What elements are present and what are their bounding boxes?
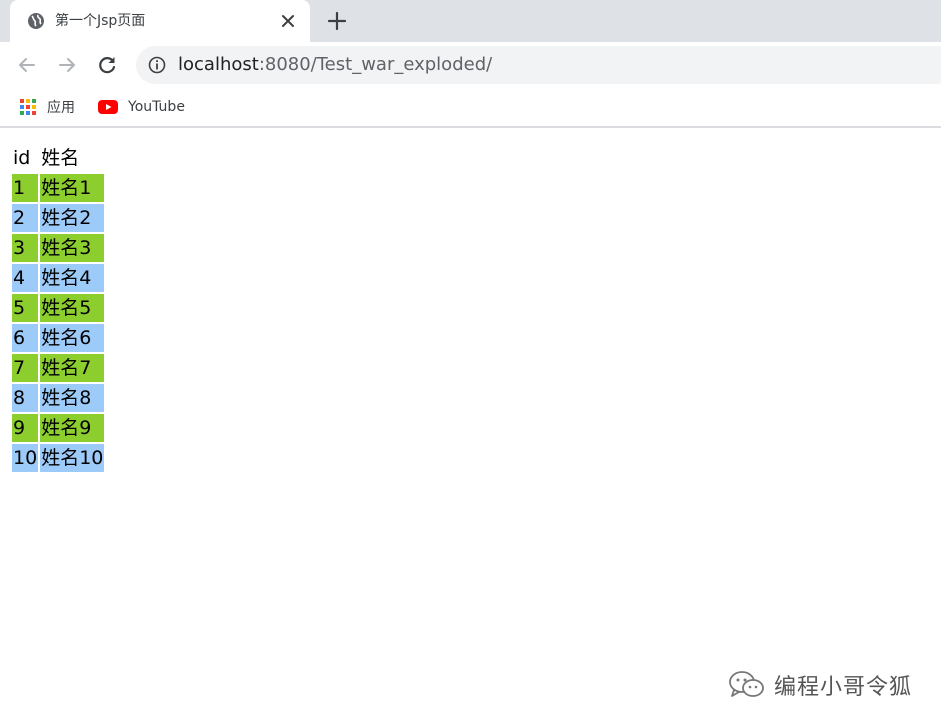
globe-icon xyxy=(28,13,44,29)
apps-grid-icon xyxy=(20,99,36,115)
bookmarks-bar: 应用 YouTube xyxy=(0,88,941,128)
data-table: id 姓名 1 姓名1 2 姓名2 3 姓名3 4 姓名4 5 姓名5 6 姓名6 7 姓名7 8 姓名8 9 姓… xyxy=(10,142,106,474)
cell-id: 10 xyxy=(12,444,39,472)
info-icon[interactable] xyxy=(148,56,166,74)
table-row: 6 姓名6 xyxy=(12,324,105,352)
cell-id: 9 xyxy=(12,414,39,442)
bookmark-youtube[interactable]: YouTube xyxy=(98,96,185,118)
cell-name: 姓名4 xyxy=(40,264,105,292)
cell-name: 姓名3 xyxy=(40,234,105,262)
table-row: 2 姓名2 xyxy=(12,204,105,232)
url-host: localhost xyxy=(178,54,259,75)
cell-id: 7 xyxy=(12,354,39,382)
tab-title: 第一个Jsp页面 xyxy=(55,13,146,29)
bookmark-apps-label: 应用 xyxy=(47,100,75,116)
browser-toolbar: localhost:8080/Test_war_exploded/ xyxy=(0,42,941,88)
cell-id: 3 xyxy=(12,234,39,262)
cell-id: 5 xyxy=(12,294,39,322)
table-row: 1 姓名1 xyxy=(12,174,105,202)
page-content: id 姓名 1 姓名1 2 姓名2 3 姓名3 4 姓名4 5 姓名5 6 姓名6 7 姓名7 8 姓名8 9 姓… xyxy=(0,128,941,726)
back-arrow-icon[interactable] xyxy=(15,53,39,77)
table-row: 4 姓名4 xyxy=(12,264,105,292)
youtube-icon xyxy=(98,100,118,114)
header-id: id xyxy=(13,147,31,169)
watermark-text: 编程小哥令狐 xyxy=(774,675,913,700)
cell-name: 姓名9 xyxy=(40,414,105,442)
table-header-row: id 姓名 xyxy=(12,144,104,172)
cell-name: 姓名7 xyxy=(40,354,105,382)
bookmark-apps[interactable]: 应用 xyxy=(19,96,75,118)
wechat-icon xyxy=(729,671,764,697)
cell-name: 姓名6 xyxy=(40,324,105,352)
url-path: :8080/Test_war_exploded/ xyxy=(258,54,493,75)
table-row: 8 姓名8 xyxy=(12,384,105,412)
watermark: 编程小哥令狐 xyxy=(728,668,912,702)
table-row: 3 姓名3 xyxy=(12,234,105,262)
forward-arrow-icon[interactable] xyxy=(55,53,79,77)
cell-id: 4 xyxy=(12,264,39,292)
cell-id: 1 xyxy=(12,174,39,202)
cell-name: 姓名2 xyxy=(40,204,105,232)
browser-tab[interactable]: 第一个Jsp页面 xyxy=(10,0,310,42)
tab-strip: 第一个Jsp页面 xyxy=(0,0,941,42)
reload-icon[interactable] xyxy=(95,53,119,77)
table-row: 7 姓名7 xyxy=(12,354,105,382)
table-body: 1 姓名1 2 姓名2 3 姓名3 4 姓名4 5 姓名5 6 姓名6 7 姓名7 8 姓名8 9 姓名9 10 姓名… xyxy=(12,174,105,472)
table-row: 5 姓名5 xyxy=(12,294,105,322)
cell-name: 姓名1 xyxy=(40,174,105,202)
cell-id: 2 xyxy=(12,204,39,232)
plus-icon[interactable] xyxy=(326,10,348,32)
cell-name: 姓名8 xyxy=(40,384,105,412)
cell-name: 姓名5 xyxy=(40,294,105,322)
address-bar[interactable]: localhost:8080/Test_war_exploded/ xyxy=(136,46,941,84)
header-name: 姓名 xyxy=(41,147,80,169)
url-text[interactable]: localhost:8080/Test_war_exploded/ xyxy=(178,54,492,76)
table-row: 10 姓名10 xyxy=(12,444,105,472)
close-icon[interactable] xyxy=(278,11,298,31)
cell-name: 姓名10 xyxy=(40,444,105,472)
table-row: 9 姓名9 xyxy=(12,414,105,442)
cell-id: 6 xyxy=(12,324,39,352)
bookmark-youtube-label: YouTube xyxy=(128,99,185,115)
cell-id: 8 xyxy=(12,384,39,412)
